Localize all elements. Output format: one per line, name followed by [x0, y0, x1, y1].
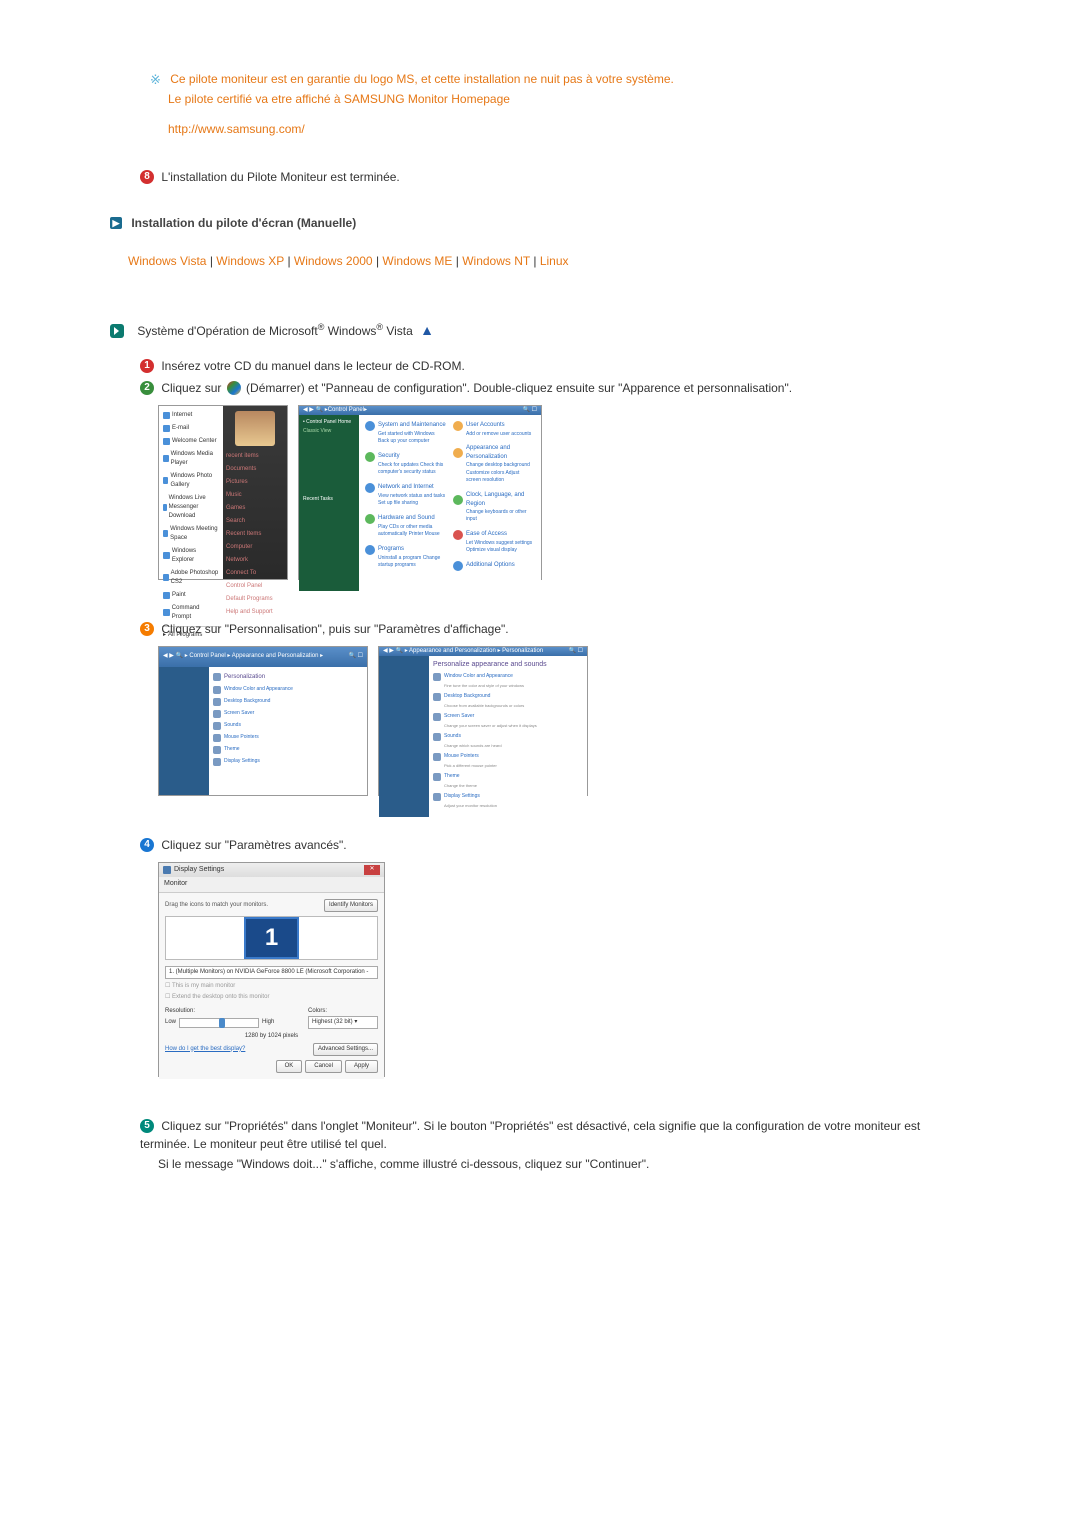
num-1: 1 — [140, 359, 154, 373]
link-2000[interactable]: Windows 2000 — [294, 254, 373, 268]
screenshot-startmenu: Internet E-mail Welcome Center Windows M… — [158, 405, 288, 580]
num-5: 5 — [140, 1119, 154, 1133]
section-arrow-icon: ▶ — [110, 217, 122, 229]
step-4: 4 Cliquez sur "Paramètres avancés". — [140, 836, 960, 854]
screenshot-personalize-1: ◀ ▶ 🔍 ▸ Control Panel ▸ Appearance and P… — [158, 646, 368, 796]
color-dropdown[interactable]: Highest (32 bit) ▾ — [308, 1016, 378, 1029]
step-1: 1 Insérez votre CD du manuel dans le lec… — [140, 357, 960, 375]
heading-text: Installation du pilote d'écran (Manuelle… — [131, 216, 356, 230]
screenshot-controlpanel: ◀ ▶ 🔍 ▸ Control Panel ▸🔍 ☐ • Control Pan… — [298, 405, 542, 580]
step-8-text: L'installation du Pilote Moniteur est te… — [161, 170, 399, 184]
link-nt[interactable]: Windows NT — [462, 254, 530, 268]
manual-install-heading: ▶ Installation du pilote d'écran (Manuel… — [110, 214, 960, 232]
vista-title: Système d'Opération de Microsoft® Window… — [137, 324, 416, 338]
screenshot-row-2: ◀ ▶ 🔍 ▸ Control Panel ▸ Appearance and P… — [158, 646, 960, 796]
note-line2: Le pilote certifié va etre affiché à SAM… — [168, 90, 510, 108]
link-vista[interactable]: Windows Vista — [128, 254, 206, 268]
step-number-8: 8 — [140, 170, 154, 184]
note-line1: Ce pilote moniteur est en garantie du lo… — [170, 72, 674, 86]
link-xp[interactable]: Windows XP — [216, 254, 284, 268]
note-bullet-icon: ※ — [150, 70, 161, 90]
help-link[interactable]: How do I get the best display? — [165, 1045, 245, 1054]
os-links-row: Windows Vista | Windows XP | Windows 200… — [128, 252, 960, 270]
num-2: 2 — [140, 381, 154, 395]
step-5-text: Cliquez sur "Propriétés" dans l'onglet "… — [140, 1119, 920, 1151]
screenshot-personalize-2: ◀ ▶ 🔍 ▸ Appearance and Personalization ▸… — [378, 646, 588, 796]
monitor-dropdown[interactable]: 1. (Multiple Monitors) on NVIDIA GeForce… — [165, 966, 378, 979]
advanced-button[interactable]: Advanced Settings... — [313, 1043, 378, 1056]
samsung-url[interactable]: http://www.samsung.com/ — [168, 120, 305, 138]
certified-note: ※ Ce pilote moniteur est en garantie du … — [150, 70, 960, 138]
step-3: 3 Cliquez sur "Personnalisation", puis s… — [140, 620, 960, 638]
screenshot-row-3: Display Settings✕ Monitor Drag the icons… — [158, 862, 960, 1077]
apply-button[interactable]: Apply — [345, 1060, 378, 1073]
cancel-button[interactable]: Cancel — [305, 1060, 342, 1073]
link-me[interactable]: Windows ME — [382, 254, 452, 268]
play-icon — [110, 324, 124, 338]
step-5: 5 Cliquez sur "Propriétés" dans l'onglet… — [140, 1117, 960, 1153]
step-1-text: Insérez votre CD du manuel dans le lecte… — [161, 359, 464, 373]
step-4-text: Cliquez sur "Paramètres avancés". — [161, 838, 346, 852]
step-8: 8 L'installation du Pilote Moniteur est … — [140, 168, 960, 186]
ok-button[interactable]: OK — [276, 1060, 303, 1073]
link-linux[interactable]: Linux — [540, 254, 569, 268]
screenshot-display-settings: Display Settings✕ Monitor Drag the icons… — [158, 862, 385, 1077]
vista-section: Système d'Opération de Microsoft® Window… — [110, 320, 960, 1173]
up-arrow-icon[interactable]: ▲ — [420, 322, 434, 338]
step-5-text2: Si le message "Windows doit..." s'affich… — [158, 1155, 960, 1173]
vista-orb-icon — [227, 381, 241, 395]
step-3-text: Cliquez sur "Personnalisation", puis sur… — [161, 622, 508, 636]
screenshot-row-1: Internet E-mail Welcome Center Windows M… — [158, 405, 960, 580]
step-2-text-mid: (Démarrer) et "Panneau de configuration"… — [246, 381, 792, 395]
step-2: 2 Cliquez sur (Démarrer) et "Panneau de … — [140, 379, 960, 397]
num-4: 4 — [140, 838, 154, 852]
identify-button[interactable]: Identify Monitors — [324, 899, 378, 912]
step-2-text-pre: Cliquez sur — [161, 381, 224, 395]
num-3: 3 — [140, 622, 154, 636]
resolution-slider[interactable] — [179, 1018, 259, 1028]
